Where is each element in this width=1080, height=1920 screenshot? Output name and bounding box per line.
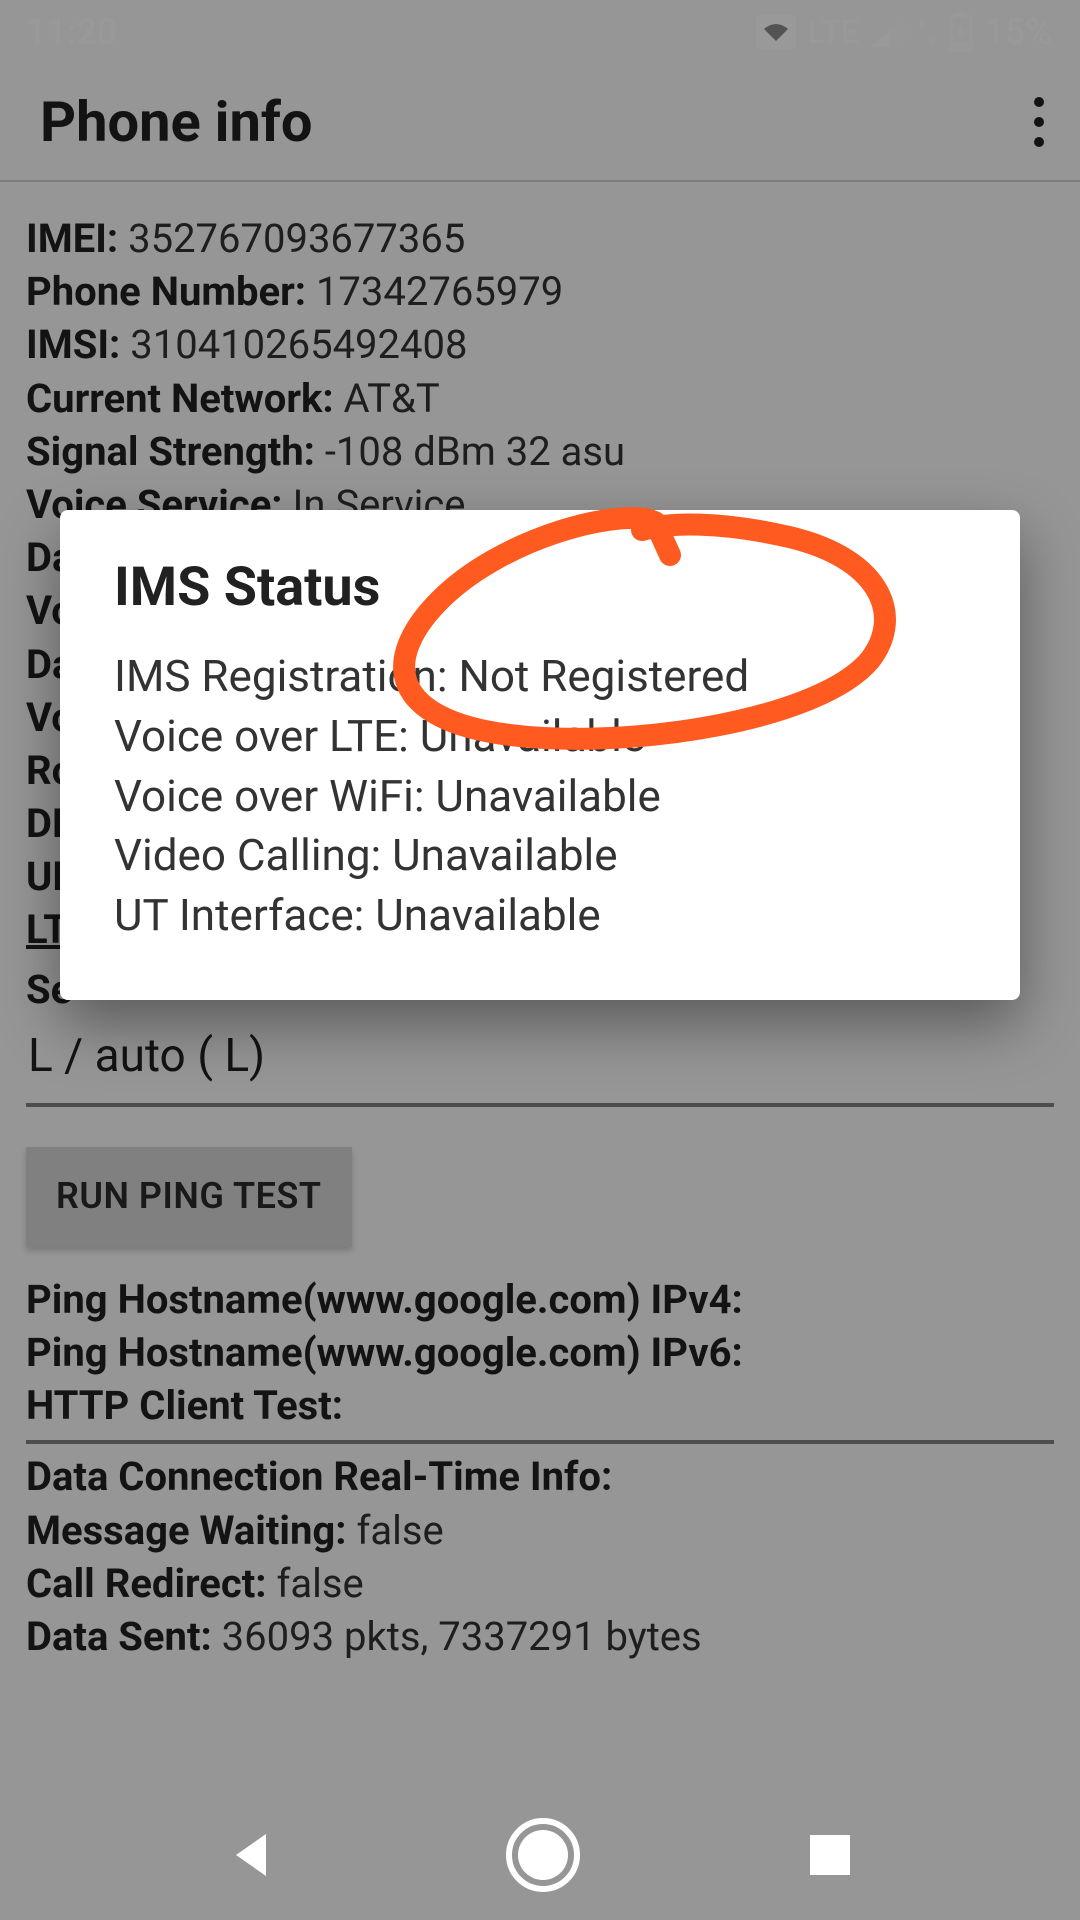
dialog-body: IMS Registration: Not Registered Voice o… bbox=[114, 647, 966, 946]
back-icon[interactable] bbox=[226, 1828, 280, 1882]
ims-registration-row: IMS Registration: Not Registered bbox=[114, 647, 966, 707]
navigation-bar bbox=[0, 1790, 1080, 1920]
vowifi-value: Unavailable bbox=[435, 770, 660, 822]
volte-row: Voice over LTE: Unavailable bbox=[114, 707, 966, 767]
ut-interface-label: UT Interface: bbox=[114, 889, 364, 941]
vowifi-row: Voice over WiFi: Unavailable bbox=[114, 767, 966, 827]
volte-label: Voice over LTE: bbox=[114, 710, 409, 762]
home-icon[interactable] bbox=[506, 1818, 580, 1892]
ut-interface-value: Unavailable bbox=[375, 889, 600, 941]
vowifi-label: Voice over WiFi: bbox=[114, 770, 424, 822]
video-calling-value: Unavailable bbox=[392, 829, 617, 881]
dialog-title: IMS Status bbox=[114, 556, 966, 619]
ims-registration-label: IMS Registration: bbox=[114, 650, 448, 702]
volte-value: Unavailable bbox=[420, 710, 645, 762]
ims-registration-value: Not Registered bbox=[458, 650, 749, 702]
recents-icon[interactable] bbox=[806, 1831, 854, 1879]
ims-status-dialog: IMS Status IMS Registration: Not Registe… bbox=[60, 510, 1020, 1000]
video-calling-label: Video Calling: bbox=[114, 829, 381, 881]
video-calling-row: Video Calling: Unavailable bbox=[114, 826, 966, 886]
ut-interface-row: UT Interface: Unavailable bbox=[114, 886, 966, 946]
